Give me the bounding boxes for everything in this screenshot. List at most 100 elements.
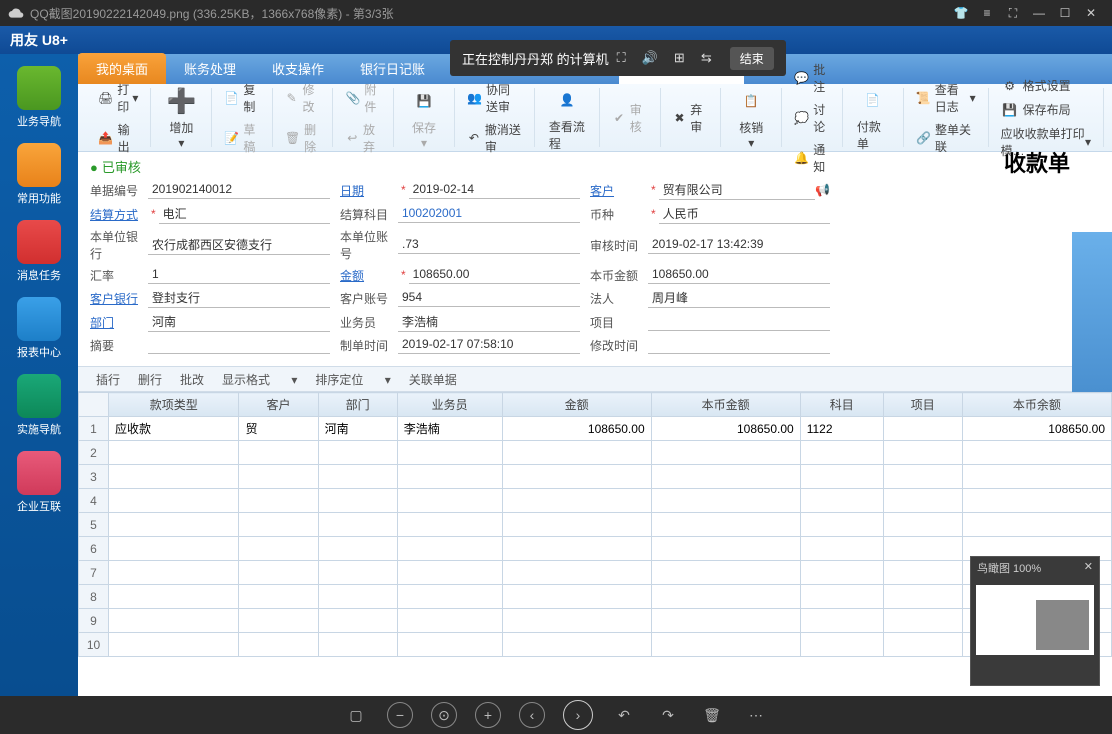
related-docs-button[interactable]: 关联单据 <box>409 371 457 388</box>
col-header[interactable]: 本币余额 <box>962 393 1111 417</box>
date-field[interactable]: 2019-02-14 <box>409 181 580 199</box>
col-header[interactable]: 部门 <box>318 393 397 417</box>
discuss-button[interactable]: 💭讨论 <box>790 99 834 137</box>
memo-field[interactable] <box>148 336 330 354</box>
print-button[interactable]: 🖨打印 ▾ <box>94 79 142 117</box>
rotate-left-icon[interactable]: ↶ <box>611 702 637 728</box>
next-icon[interactable]: › <box>563 700 593 730</box>
settle-field[interactable]: 电汇 <box>159 204 330 224</box>
log-button[interactable]: 📜查看日志 ▾ <box>912 79 980 117</box>
col-header[interactable]: 项目 <box>883 393 962 417</box>
acct-field[interactable]: 100202001 <box>398 205 580 223</box>
end-remote-button[interactable]: 结束 <box>730 47 774 70</box>
more-icon[interactable]: ⋯ <box>743 702 769 728</box>
sales-field[interactable]: 李浩楠 <box>398 312 580 332</box>
close-button[interactable]: ✕ <box>1080 2 1102 24</box>
sidebar-icon <box>17 66 61 110</box>
transfer-icon[interactable]: ⇆ <box>701 50 712 66</box>
rotate-right-icon[interactable]: ↷ <box>655 702 681 728</box>
sort-dropdown[interactable]: 排序定位 ▾ <box>315 371 390 388</box>
col-header[interactable]: 客户 <box>239 393 318 417</box>
customer-label[interactable]: 客户 <box>590 182 648 199</box>
sidebar-item[interactable]: 报表中心 <box>9 297 69 360</box>
col-header[interactable]: 金额 <box>502 393 651 417</box>
customer-field[interactable]: 贸有限公司 <box>659 180 815 200</box>
dept-label[interactable]: 部门 <box>90 314 148 331</box>
add-button[interactable]: ➕增加 ▾ <box>159 81 203 154</box>
col-header[interactable]: 款项类型 <box>109 393 239 417</box>
dept-field[interactable]: 河南 <box>148 312 330 332</box>
audit-button: ✔审核 <box>608 99 652 137</box>
bank-field[interactable]: 农行成都西区安德支行 <box>148 235 330 255</box>
sidebar-label: 报表中心 <box>9 344 69 360</box>
data-grid[interactable]: 款项类型客户部门业务员金额本币金额科目项目本币余额1应收款贸河南李浩楠10865… <box>78 392 1112 696</box>
table-row[interactable]: 8 <box>79 585 1112 609</box>
zoom-out-icon[interactable]: − <box>387 702 413 728</box>
table-row[interactable]: 4 <box>79 489 1112 513</box>
thumbnail-panel[interactable]: 鸟瞰图 100%✕ <box>970 556 1100 686</box>
expand-icon[interactable]: ⛶ <box>1002 2 1024 24</box>
undo-send-button[interactable]: ↶撤消送审 <box>463 119 526 157</box>
menu-icon[interactable]: ≡ <box>976 2 998 24</box>
delete-row-button[interactable]: 删行 <box>138 371 162 388</box>
add-icon[interactable]: ⊞ <box>674 50 685 66</box>
table-row[interactable]: 3 <box>79 465 1112 489</box>
table-row[interactable]: 7 <box>79 561 1112 585</box>
display-format-dropdown[interactable]: 显示格式 ▾ <box>222 371 297 388</box>
adjust-button[interactable]: 🔗整单关联 <box>912 119 980 157</box>
amount-field[interactable]: 108650.00 <box>409 266 580 284</box>
zoom-in-icon[interactable]: + <box>475 702 501 728</box>
docno-field[interactable]: 201902140012 <box>148 181 330 199</box>
sidebar-item[interactable]: 常用功能 <box>9 143 69 206</box>
amount-label[interactable]: 金额 <box>340 267 398 284</box>
sidebar-item[interactable]: 业务导航 <box>9 66 69 129</box>
crop-icon[interactable]: ▢ <box>343 702 369 728</box>
sidebar-item[interactable]: 消息任务 <box>9 220 69 283</box>
date-label[interactable]: 日期 <box>340 182 398 199</box>
sidebar: 业务导航常用功能消息任务报表中心实施导航企业互联 <box>0 54 78 696</box>
table-row[interactable]: 2 <box>79 441 1112 465</box>
cosend-button[interactable]: 👥协同送审 <box>463 79 526 117</box>
table-row[interactable]: 5 <box>79 513 1112 537</box>
thumbnail-close-icon[interactable]: ✕ <box>1084 560 1093 576</box>
payment-button[interactable]: 📄付款单 <box>851 80 895 156</box>
rate-field[interactable]: 1 <box>148 266 330 284</box>
custacct-field[interactable]: 954 <box>398 289 580 307</box>
fullscreen-icon[interactable]: ⛶ <box>617 50 626 66</box>
bankacct-field[interactable]: .73 <box>398 236 580 254</box>
curr-field[interactable]: 人民币 <box>659 204 830 224</box>
memo-label: 摘要 <box>90 337 148 354</box>
custbank-field[interactable]: 登封支行 <box>148 288 330 308</box>
sidebar-item[interactable]: 企业互联 <box>9 451 69 514</box>
shirt-icon[interactable]: 👕 <box>950 2 972 24</box>
table-row[interactable]: 1应收款贸河南李浩楠108650.00108650.001122108650.0… <box>79 417 1112 441</box>
view-flow-button[interactable]: 👤查看流程 <box>543 80 591 156</box>
reject-button[interactable]: ✖弃审 <box>669 99 713 137</box>
sidebar-item[interactable]: 实施导航 <box>9 374 69 437</box>
format-button[interactable]: ⚙格式设置 <box>997 75 1095 97</box>
insert-row-button[interactable]: 插行 <box>96 371 120 388</box>
maximize-button[interactable]: ☐ <box>1054 2 1076 24</box>
volume-icon[interactable]: 🔊 <box>642 50 658 66</box>
prev-icon[interactable]: ‹ <box>519 702 545 728</box>
save-layout-button[interactable]: 💾保存布局 <box>997 99 1095 121</box>
col-header[interactable]: 业务员 <box>397 393 502 417</box>
copy-button[interactable]: 📄复制 <box>220 79 264 117</box>
batch-edit-button[interactable]: 批改 <box>180 371 204 388</box>
table-row[interactable]: 9 <box>79 609 1112 633</box>
proj-field[interactable] <box>648 313 830 331</box>
output-button[interactable]: 📤输出 <box>94 119 142 157</box>
table-row[interactable]: 6 <box>79 537 1112 561</box>
verify-button[interactable]: 📋核销 ▾ <box>729 81 773 154</box>
col-header[interactable]: 本币金额 <box>651 393 800 417</box>
custbank-label[interactable]: 客户银行 <box>90 290 148 307</box>
trash-icon[interactable]: 🗑 <box>699 702 725 728</box>
minimize-button[interactable]: — <box>1028 2 1050 24</box>
right-side-panel[interactable] <box>1072 232 1112 392</box>
rate-label: 汇率 <box>90 267 148 284</box>
table-row[interactable]: 10 <box>79 633 1112 657</box>
col-header[interactable]: 科目 <box>800 393 883 417</box>
zoom-fit-icon[interactable]: ⊙ <box>431 702 457 728</box>
note-button[interactable]: 💬批注 <box>790 59 834 97</box>
settle-label[interactable]: 结算方式 <box>90 206 148 223</box>
